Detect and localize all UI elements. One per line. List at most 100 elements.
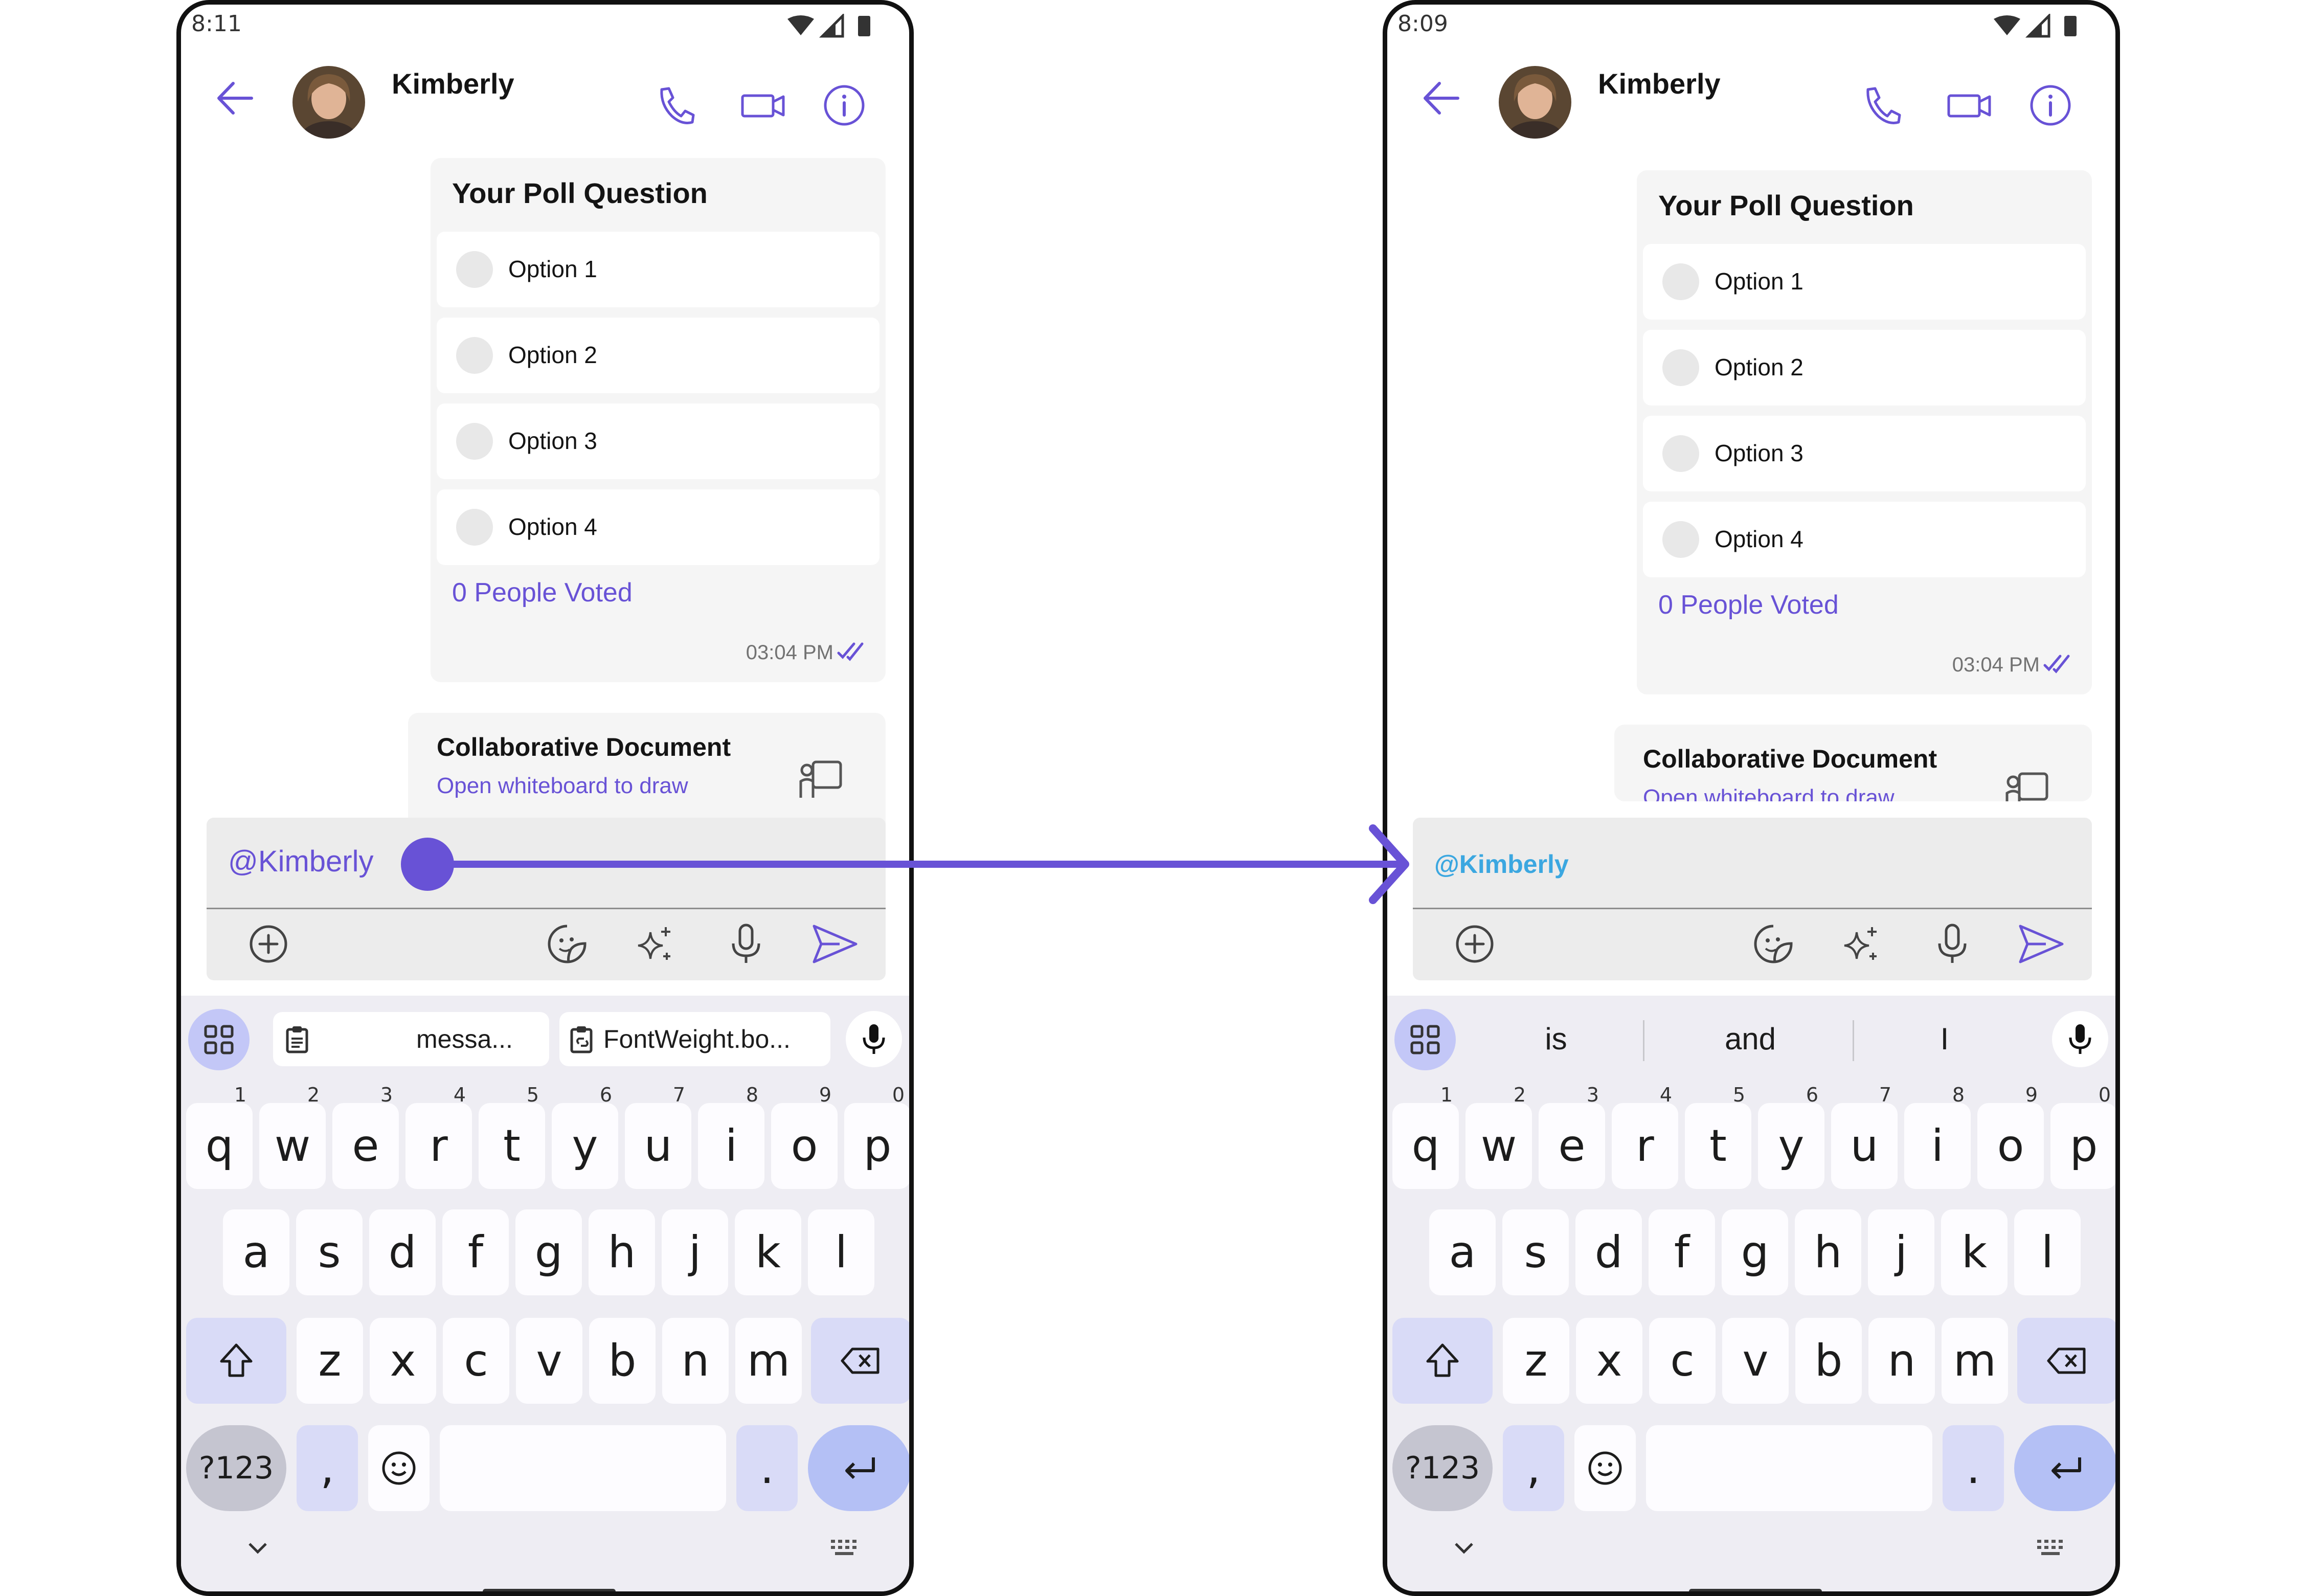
home-indicator[interactable] <box>1689 1589 1822 1591</box>
key-k[interactable]: k <box>1941 1209 2008 1295</box>
keyboard-switch-icon[interactable] <box>2034 1537 2070 1557</box>
message-composer[interactable]: @Kimberly <box>1413 818 2092 980</box>
key-g[interactable]: g <box>1722 1209 1788 1295</box>
key-k[interactable]: k <box>735 1209 801 1295</box>
info-icon[interactable] <box>2027 82 2073 128</box>
key-c[interactable]: c <box>443 1318 509 1404</box>
key-p[interactable]: p0 <box>844 1085 909 1189</box>
key-j[interactable]: j <box>1868 1209 1934 1295</box>
backspace-key[interactable] <box>2017 1318 2115 1404</box>
emoji-key[interactable] <box>368 1425 430 1511</box>
key-g[interactable]: g <box>515 1209 582 1295</box>
sticker-icon[interactable] <box>1750 921 1796 967</box>
chevron-down-icon[interactable] <box>1449 1538 1479 1558</box>
space-key[interactable] <box>1646 1425 1932 1511</box>
key-z[interactable]: z <box>297 1318 363 1404</box>
shift-key[interactable] <box>1392 1318 1493 1404</box>
poll-radio[interactable] <box>456 251 493 288</box>
add-attachment-icon[interactable] <box>1452 921 1498 967</box>
key-e[interactable]: e3 <box>1539 1085 1605 1189</box>
composer-input[interactable]: @Kimberly <box>228 844 373 879</box>
message-composer[interactable]: @Kimberly <box>207 818 886 980</box>
key-z[interactable]: z <box>1503 1318 1569 1404</box>
key-y[interactable]: y6 <box>1758 1085 1824 1189</box>
period-key[interactable]: . <box>1943 1425 2004 1511</box>
poll-radio[interactable] <box>456 509 493 546</box>
poll-radio[interactable] <box>1662 521 1699 558</box>
voice-input-icon[interactable] <box>846 1011 902 1067</box>
key-f[interactable]: f <box>442 1209 509 1295</box>
emoji-key[interactable] <box>1574 1425 1636 1511</box>
info-icon[interactable] <box>821 82 867 128</box>
collab-subtitle[interactable]: Open whiteboard to draw <box>437 773 688 799</box>
key-u[interactable]: u7 <box>625 1085 691 1189</box>
key-t[interactable]: t5 <box>479 1085 545 1189</box>
key-s[interactable]: s <box>1502 1209 1569 1295</box>
key-n[interactable]: n <box>662 1318 729 1404</box>
key-m[interactable]: m <box>1942 1318 2008 1404</box>
shift-key[interactable] <box>186 1318 286 1404</box>
key-a[interactable]: a <box>223 1209 289 1295</box>
phone-call-icon[interactable] <box>651 82 697 128</box>
video-call-icon[interactable] <box>1945 82 1994 128</box>
composer-input[interactable]: @Kimberly <box>1434 849 1569 879</box>
key-c[interactable]: c <box>1649 1318 1716 1404</box>
avatar[interactable] <box>292 66 365 139</box>
poll-radio[interactable] <box>1662 263 1699 300</box>
key-t[interactable]: t5 <box>1685 1085 1751 1189</box>
key-d[interactable]: d <box>369 1209 436 1295</box>
send-icon[interactable] <box>2015 921 2066 967</box>
avatar[interactable] <box>1499 66 1571 139</box>
poll-option[interactable]: Option 1 <box>437 232 880 307</box>
key-b[interactable]: b <box>589 1318 656 1404</box>
key-l[interactable]: l <box>2014 1209 2081 1295</box>
microphone-icon[interactable] <box>723 921 769 967</box>
clipboard-suggestion[interactable]: messa... <box>273 1012 549 1066</box>
poll-option[interactable]: Option 2 <box>437 318 880 393</box>
video-call-icon[interactable] <box>738 82 787 128</box>
enter-key[interactable] <box>808 1425 909 1511</box>
backspace-key[interactable] <box>811 1318 909 1404</box>
key-n[interactable]: n <box>1868 1318 1935 1404</box>
poll-option[interactable]: Option 4 <box>437 489 880 565</box>
word-suggestion[interactable]: is <box>1479 1021 1633 1056</box>
collab-subtitle[interactable]: Open whiteboard to draw <box>1643 785 1895 801</box>
key-y[interactable]: y6 <box>552 1085 618 1189</box>
poll-radio[interactable] <box>456 337 493 374</box>
back-arrow-icon[interactable] <box>213 76 257 120</box>
ai-sparkle-icon[interactable] <box>631 921 677 967</box>
poll-option[interactable]: Option 4 <box>1643 502 2086 577</box>
poll-option[interactable]: Option 2 <box>1643 330 2086 406</box>
key-q[interactable]: q1 <box>1392 1085 1459 1189</box>
poll-radio[interactable] <box>1662 349 1699 386</box>
key-w[interactable]: w2 <box>259 1085 326 1189</box>
key-v[interactable]: v <box>516 1318 582 1404</box>
poll-option[interactable]: Option 1 <box>1643 244 2086 320</box>
key-h[interactable]: h <box>589 1209 655 1295</box>
comma-key[interactable]: , <box>1503 1425 1564 1511</box>
home-indicator[interactable] <box>483 1589 616 1591</box>
enter-key[interactable] <box>2014 1425 2115 1511</box>
key-e[interactable]: e3 <box>332 1085 399 1189</box>
key-a[interactable]: a <box>1429 1209 1496 1295</box>
key-x[interactable]: x <box>370 1318 436 1404</box>
symbols-key[interactable]: ?123 <box>186 1425 286 1511</box>
key-i[interactable]: i8 <box>698 1085 764 1189</box>
poll-option[interactable]: Option 3 <box>437 403 880 479</box>
phone-call-icon[interactable] <box>1858 82 1904 128</box>
key-i[interactable]: i8 <box>1904 1085 1971 1189</box>
key-u[interactable]: u7 <box>1831 1085 1898 1189</box>
poll-option[interactable]: Option 3 <box>1643 416 2086 491</box>
key-x[interactable]: x <box>1576 1318 1642 1404</box>
key-q[interactable]: q1 <box>186 1085 253 1189</box>
microphone-icon[interactable] <box>1929 921 1975 967</box>
key-r[interactable]: r4 <box>1612 1085 1678 1189</box>
key-l[interactable]: l <box>808 1209 874 1295</box>
chevron-down-icon[interactable] <box>242 1538 273 1558</box>
key-w[interactable]: w2 <box>1465 1085 1532 1189</box>
key-d[interactable]: d <box>1575 1209 1642 1295</box>
ai-sparkle-icon[interactable] <box>1837 921 1883 967</box>
key-h[interactable]: h <box>1795 1209 1861 1295</box>
key-r[interactable]: r4 <box>405 1085 472 1189</box>
key-o[interactable]: o9 <box>1977 1085 2044 1189</box>
